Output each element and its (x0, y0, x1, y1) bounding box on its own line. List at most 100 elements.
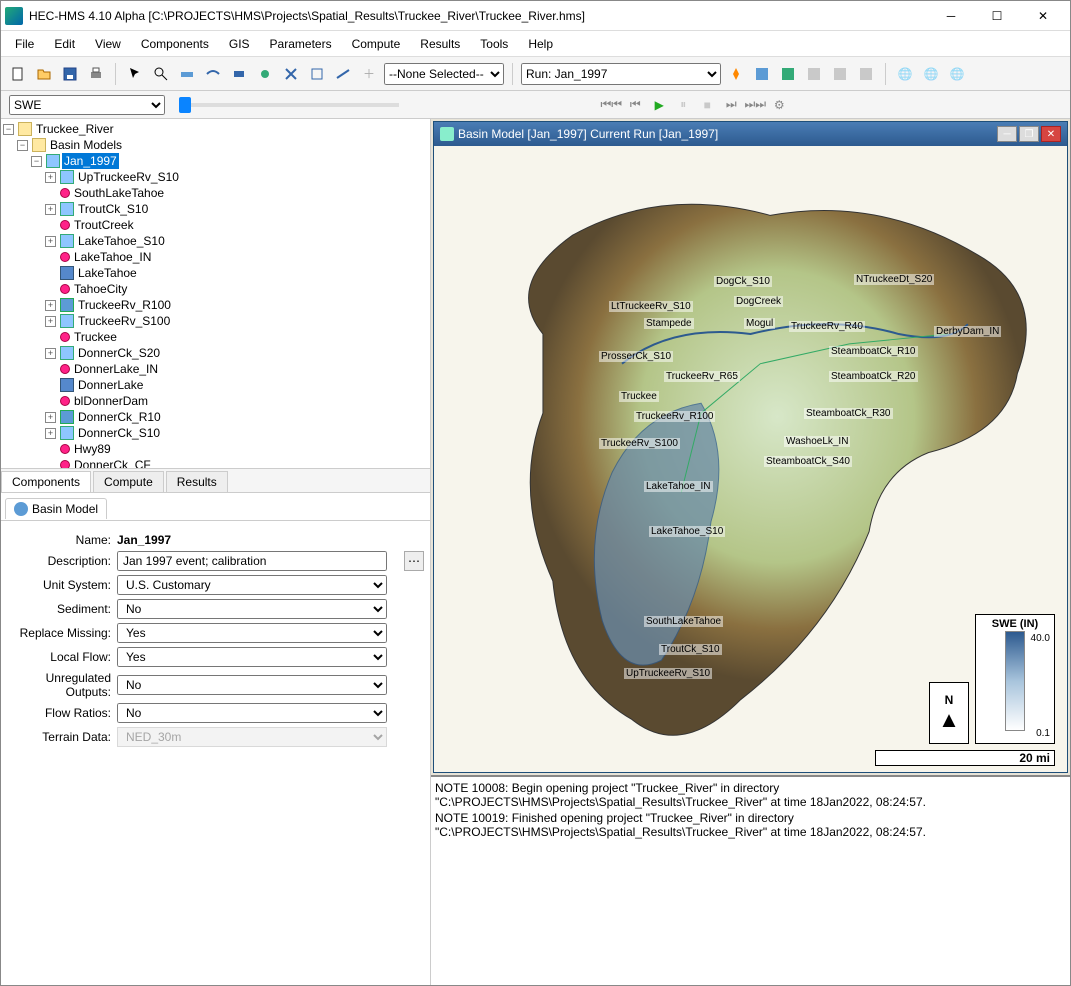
basin-subwindow: Basin Model [Jan_1997] Current Run [Jan_… (433, 121, 1068, 773)
tab-compute[interactable]: Compute (93, 471, 164, 492)
tree-item[interactable]: Truckee (72, 329, 119, 345)
step-back-icon[interactable]: ⏮ (626, 96, 644, 114)
tree-basinmodels[interactable]: Basin Models (48, 137, 124, 153)
stop-icon[interactable]: ■ (698, 96, 716, 114)
menu-parameters[interactable]: Parameters (260, 31, 342, 56)
sub-maximize-button[interactable]: ❐ (1019, 126, 1039, 142)
main-area: −Truckee_River −Basin Models −Jan_1997 +… (1, 119, 1070, 985)
fast-fwd-icon[interactable]: ⏭⏭ (746, 96, 764, 114)
tool-g-icon[interactable] (332, 63, 354, 85)
map-view[interactable]: DogCk_S10 DogCreek NTruckeeDt_S20 LtTruc… (434, 146, 1067, 772)
results-a-icon[interactable] (751, 63, 773, 85)
tree-item[interactable]: blDonnerDam (72, 393, 150, 409)
tool-a-icon[interactable] (176, 63, 198, 85)
settings-icon[interactable]: ⚙ (770, 96, 788, 114)
tree-item[interactable]: DonnerCk_CF (72, 457, 153, 469)
tree-jan1997[interactable]: Jan_1997 (62, 153, 119, 169)
menu-help[interactable]: Help (518, 31, 563, 56)
maximize-button[interactable]: ☐ (974, 2, 1020, 30)
results-e-icon[interactable] (855, 63, 877, 85)
results-b-icon[interactable] (777, 63, 799, 85)
tree-item[interactable]: DonnerLake_IN (72, 361, 160, 377)
pointer-icon[interactable] (124, 63, 146, 85)
tree-item[interactable]: DonnerLake (76, 377, 145, 393)
menu-gis[interactable]: GIS (219, 31, 260, 56)
tree-item[interactable]: UpTruckeeRv_S10 (76, 169, 181, 185)
tree-item[interactable]: Hwy89 (72, 441, 113, 457)
tab-components[interactable]: Components (1, 471, 91, 492)
variable-dropdown[interactable]: SWE (9, 95, 165, 115)
globe-b-icon[interactable]: 🌐 (920, 63, 942, 85)
tab-results[interactable]: Results (166, 471, 228, 492)
tree-item[interactable]: LakeTahoe (76, 265, 139, 281)
selection-dropdown[interactable]: --None Selected-- (384, 63, 504, 85)
tree-item[interactable]: TroutCk_S10 (76, 201, 150, 217)
tree-item[interactable]: LakeTahoe_IN (72, 249, 153, 265)
select-sediment[interactable]: No (117, 599, 387, 619)
map-label: LakeTahoe_S10 (649, 526, 725, 537)
results-c-icon[interactable] (803, 63, 825, 85)
play-icon[interactable]: ▶ (650, 96, 668, 114)
save-icon[interactable] (59, 63, 81, 85)
subwindow-title: Basin Model [Jan_1997] Current Run [Jan_… (458, 127, 997, 141)
animation-bar: SWE ⏮⏮ ⏮ ▶ ⏸ ■ ⏭ ⏭⏭ ⚙ (1, 91, 1070, 119)
add-icon[interactable]: ＋ (358, 63, 380, 85)
tree-item[interactable]: TroutCreek (72, 217, 136, 233)
select-unreg[interactable]: No (117, 675, 387, 695)
tool-f-icon[interactable] (306, 63, 328, 85)
globe-a-icon[interactable]: 🌐 (894, 63, 916, 85)
north-arrow-icon: ▲ (938, 707, 960, 733)
reach-icon (60, 298, 74, 312)
time-slider[interactable] (179, 103, 399, 107)
tool-c-icon[interactable] (228, 63, 250, 85)
menu-view[interactable]: View (85, 31, 131, 56)
menu-edit[interactable]: Edit (44, 31, 85, 56)
pause-icon[interactable]: ⏸ (674, 96, 692, 114)
select-local[interactable]: Yes (117, 647, 387, 667)
compass: N ▲ (929, 682, 969, 744)
input-description[interactable] (117, 551, 387, 571)
menu-results[interactable]: Results (410, 31, 470, 56)
new-icon[interactable] (7, 63, 29, 85)
tree-item[interactable]: DonnerCk_S10 (76, 425, 162, 441)
sub-close-button[interactable]: ✕ (1041, 126, 1061, 142)
compute-icon[interactable] (725, 63, 747, 85)
menu-compute[interactable]: Compute (342, 31, 411, 56)
rewind-icon[interactable]: ⏮⏮ (602, 96, 620, 114)
select-flow[interactable]: No (117, 703, 387, 723)
tree-root[interactable]: Truckee_River (34, 121, 116, 137)
step-fwd-icon[interactable]: ⏭ (722, 96, 740, 114)
run-dropdown[interactable]: Run: Jan_1997 (521, 63, 721, 85)
results-d-icon[interactable] (829, 63, 851, 85)
tree-item[interactable]: TruckeeRv_S100 (76, 313, 172, 329)
map-label: SteamboatCk_R20 (829, 371, 918, 382)
tool-d-icon[interactable] (254, 63, 276, 85)
tree-item[interactable]: TahoeCity (72, 281, 129, 297)
tree-item[interactable]: DonnerCk_S20 (76, 345, 162, 361)
label-flow: Flow Ratios: (7, 706, 117, 720)
close-button[interactable]: ✕ (1020, 2, 1066, 30)
tool-b-icon[interactable] (202, 63, 224, 85)
proptab-basinmodel[interactable]: Basin Model (5, 498, 107, 519)
menu-components[interactable]: Components (131, 31, 219, 56)
select-unit[interactable]: U.S. Customary (117, 575, 387, 595)
tree-item[interactable]: LakeTahoe_S10 (76, 233, 167, 249)
tool-e-icon[interactable] (280, 63, 302, 85)
map-label: TruckeeRv_R40 (789, 321, 865, 332)
tree-item[interactable]: DonnerCk_R10 (76, 409, 163, 425)
print-icon[interactable] (85, 63, 107, 85)
minimize-button[interactable]: ─ (928, 2, 974, 30)
slider-thumb[interactable] (179, 97, 191, 113)
zoom-icon[interactable] (150, 63, 172, 85)
edit-description-button[interactable]: ⋯ (404, 551, 424, 571)
open-icon[interactable] (33, 63, 55, 85)
menu-tools[interactable]: Tools (470, 31, 518, 56)
select-replace[interactable]: Yes (117, 623, 387, 643)
menu-file[interactable]: File (5, 31, 44, 56)
log-panel[interactable]: NOTE 10008: Begin opening project "Truck… (431, 775, 1070, 985)
globe-c-icon[interactable]: 🌐 (946, 63, 968, 85)
sub-minimize-button[interactable]: ─ (997, 126, 1017, 142)
project-tree[interactable]: −Truckee_River −Basin Models −Jan_1997 +… (1, 119, 430, 469)
tree-item[interactable]: TruckeeRv_R100 (76, 297, 173, 313)
tree-item[interactable]: SouthLakeTahoe (72, 185, 166, 201)
